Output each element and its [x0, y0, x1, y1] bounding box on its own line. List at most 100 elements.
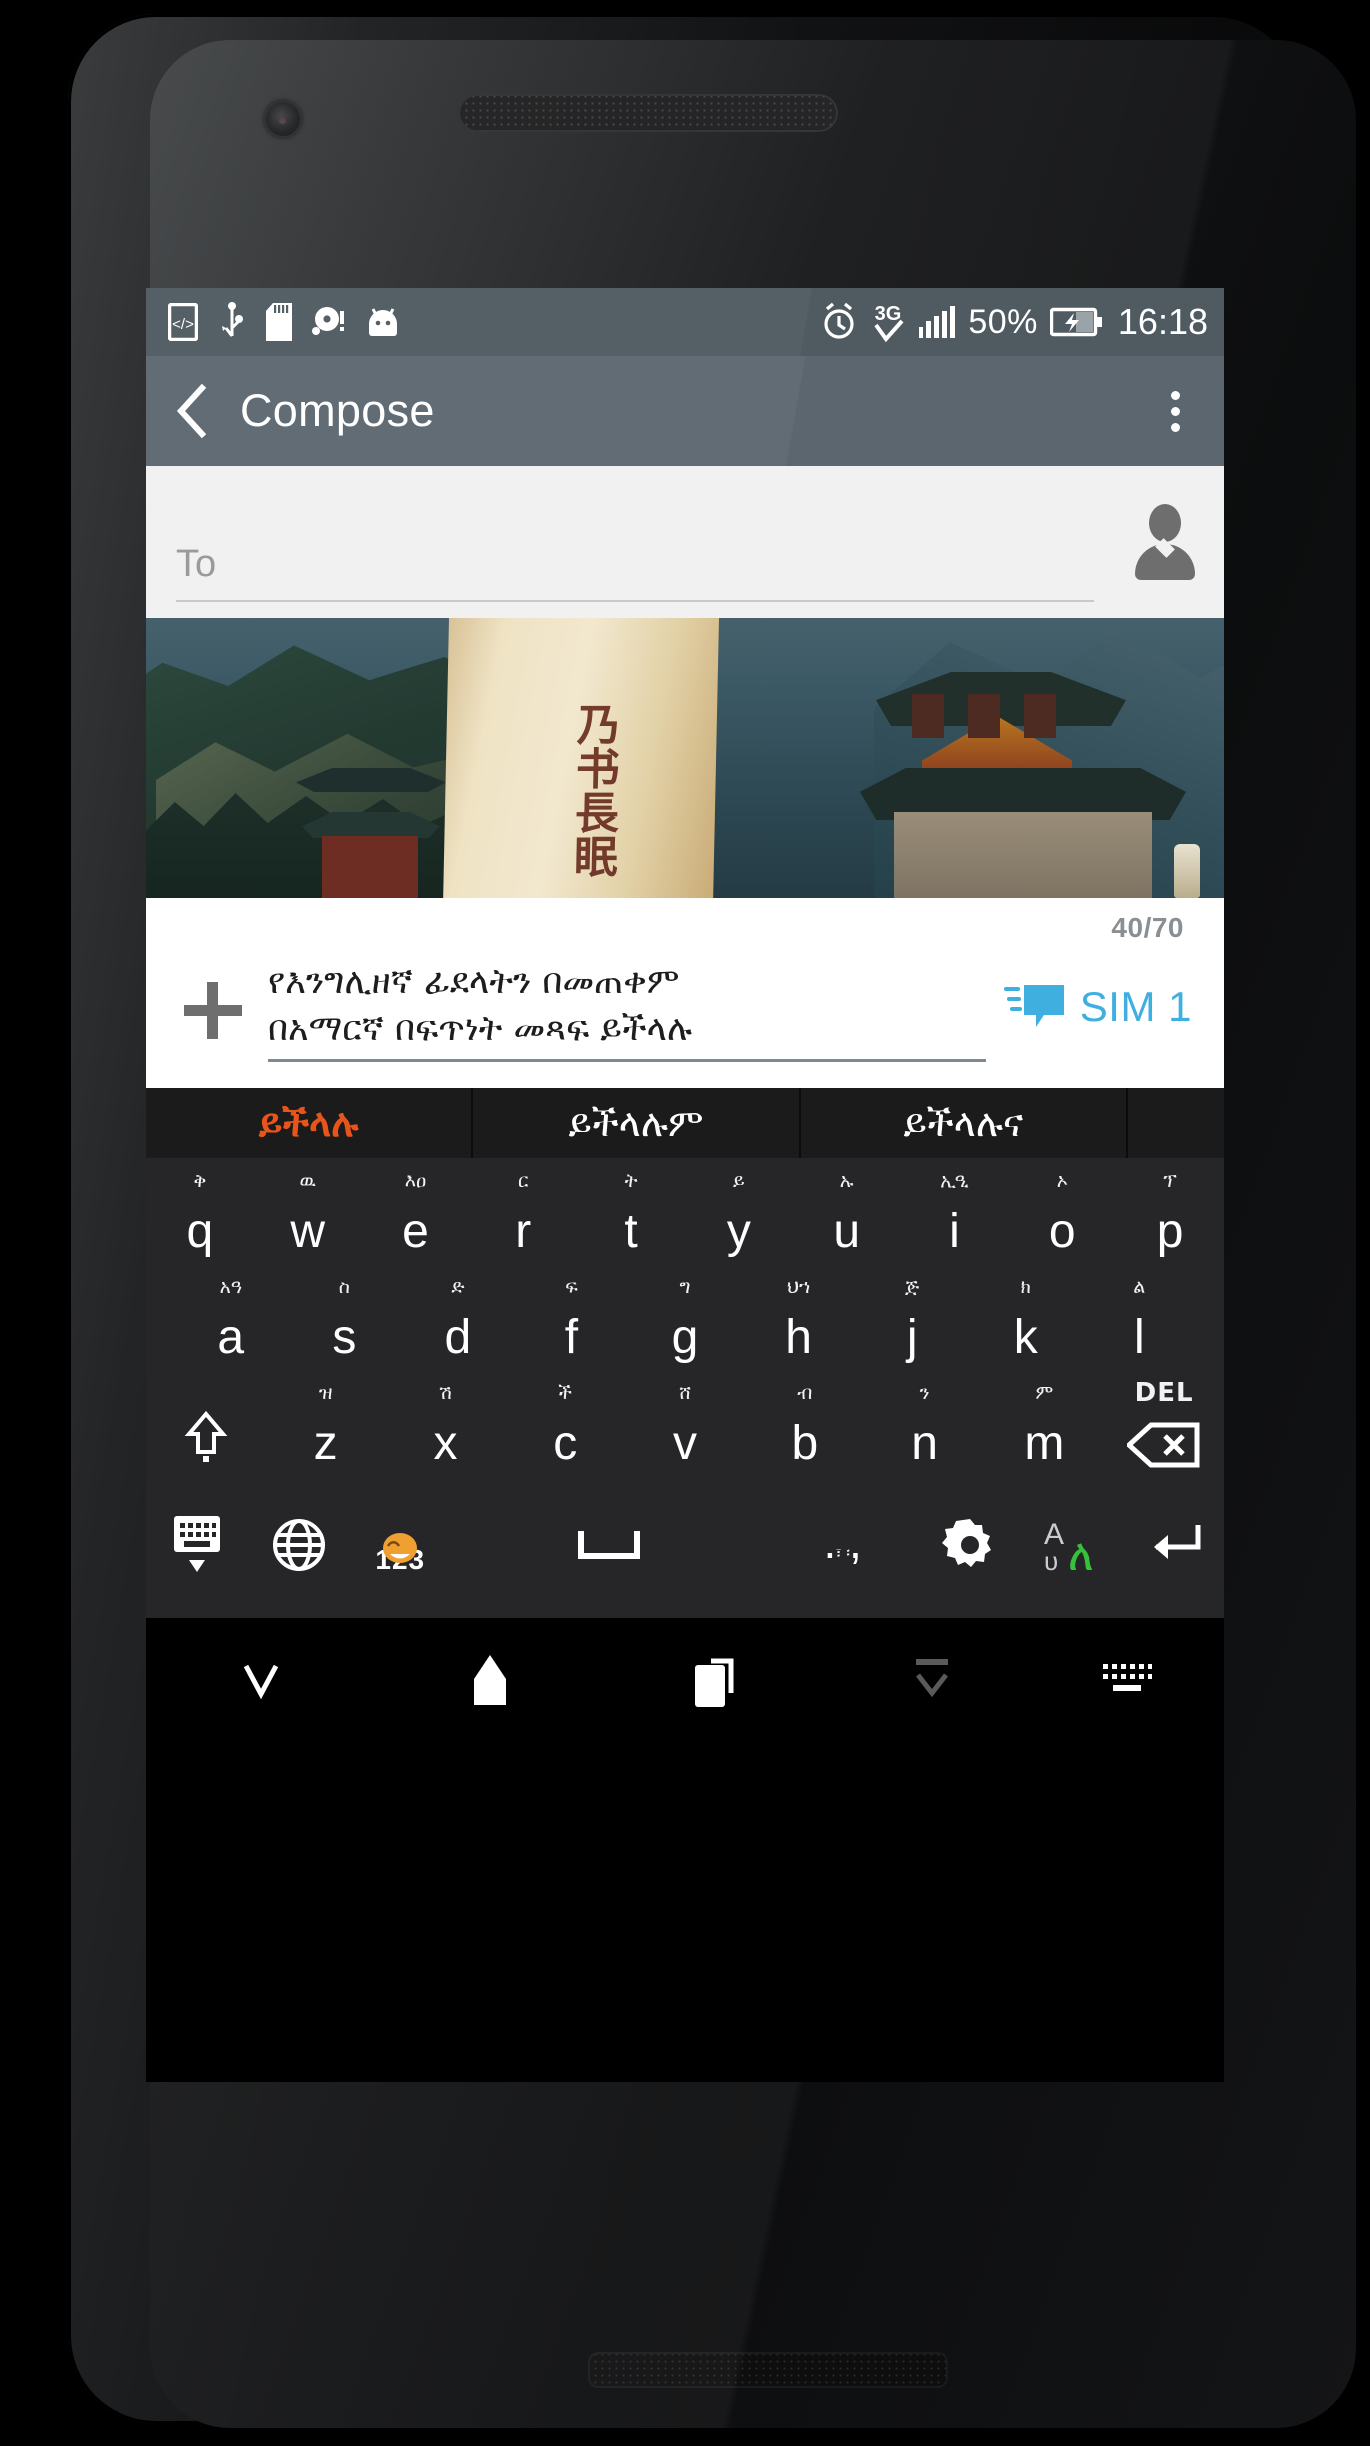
- screenshot-stage: </> 3G 50% 16:18 Compose To 乃书長眠 40/70 የ…: [0, 0, 1370, 2446]
- overflow-menu-icon[interactable]: [1157, 381, 1194, 442]
- key-i-label: i: [949, 1205, 960, 1258]
- key-v-label: v: [673, 1417, 698, 1470]
- key-t-hint: ት: [624, 1170, 638, 1192]
- key-m[interactable]: ምm: [984, 1376, 1104, 1482]
- key-w[interactable]: ዉw: [254, 1164, 362, 1270]
- keyboard-row-1: ቅq ዉw እዐ e ርr ትt ይy ኡu ኢዒ i ኦo ፕp: [146, 1164, 1224, 1270]
- temple-building: [860, 672, 1190, 898]
- nav-back-icon[interactable]: [146, 1652, 375, 1708]
- key-x[interactable]: ሽx: [386, 1376, 506, 1482]
- key-m-hint: ም: [1035, 1382, 1054, 1404]
- calligraphy-text: 乃书長眠: [565, 702, 621, 878]
- key-n-hint: ን: [919, 1382, 930, 1404]
- hide-keyboard-icon[interactable]: [146, 1512, 248, 1578]
- disc-alert-icon: [312, 305, 346, 339]
- key-b-label: b: [791, 1417, 819, 1470]
- sd-card-icon: [266, 303, 292, 341]
- key-s[interactable]: ስs: [288, 1270, 402, 1376]
- punctuation-key[interactable]: ፣ ፡ . ,: [766, 1519, 919, 1565]
- send-button[interactable]: SIM 1: [1003, 979, 1198, 1041]
- nav-switch-keyboard-icon[interactable]: [1029, 1658, 1224, 1702]
- key-p-label: p: [1156, 1205, 1184, 1258]
- key-t-label: t: [624, 1205, 638, 1258]
- back-chevron-icon[interactable]: [172, 383, 212, 439]
- key-b[interactable]: ብb: [745, 1376, 865, 1482]
- key-m-label: m: [1024, 1417, 1065, 1470]
- suggestion-item-0[interactable]: ይችላሉ: [146, 1088, 474, 1158]
- key-n[interactable]: ንn: [865, 1376, 985, 1482]
- language-toggle-key[interactable]: A ᴜ ለ: [1021, 1514, 1123, 1576]
- svg-text:3G: 3G: [875, 303, 902, 325]
- phone-screen: </> 3G 50% 16:18 Compose To 乃书長眠 40/70 የ…: [146, 288, 1224, 2082]
- contact-person-icon[interactable]: [1128, 504, 1202, 580]
- nav-hide-ime-icon[interactable]: [834, 1655, 1029, 1705]
- suggestion-expand[interactable]: [1128, 1088, 1224, 1158]
- key-e[interactable]: እዐ e: [362, 1164, 470, 1270]
- alarm-icon: [820, 302, 858, 342]
- key-n-label: n: [911, 1417, 938, 1470]
- nav-home-icon[interactable]: [375, 1651, 604, 1709]
- key-c-label: c: [553, 1417, 578, 1470]
- key-o[interactable]: ኦo: [1008, 1164, 1116, 1270]
- settings-gear-icon[interactable]: [919, 1516, 1021, 1574]
- emoji-icon: [380, 1530, 420, 1566]
- key-d-label: d: [444, 1311, 472, 1364]
- key-d-hint: ድ: [451, 1276, 465, 1298]
- key-k[interactable]: ክk: [969, 1270, 1083, 1376]
- key-w-hint: ዉ: [299, 1170, 316, 1192]
- key-i[interactable]: ኢዒ i: [901, 1164, 1009, 1270]
- key-t[interactable]: ትt: [577, 1164, 685, 1270]
- delete-key-icon[interactable]: DEL: [1104, 1376, 1224, 1482]
- punctuation-hint: ፣ ፡: [835, 1545, 851, 1562]
- key-a[interactable]: አዓ a: [174, 1270, 288, 1376]
- key-y-hint: ይ: [733, 1170, 745, 1192]
- image-attachment-preview[interactable]: 乃书長眠: [146, 618, 1224, 898]
- enter-key-icon[interactable]: [1122, 1519, 1224, 1571]
- recipient-placeholder: To: [176, 543, 217, 585]
- key-g[interactable]: ግg: [628, 1270, 742, 1376]
- emoji-123-key[interactable]: 123: [349, 1514, 451, 1576]
- page-title: Compose: [240, 385, 435, 436]
- key-q[interactable]: ቅq: [146, 1164, 254, 1270]
- key-k-hint: ክ: [1020, 1276, 1031, 1298]
- key-r[interactable]: ርr: [469, 1164, 577, 1270]
- svg-text:ለ: ለ: [1068, 1530, 1094, 1576]
- key-q-hint: ቅ: [193, 1170, 207, 1192]
- key-l-hint: ል: [1133, 1276, 1146, 1298]
- keyboard-row-2: አዓ a ስs ድd ፍf ግg ህኀ h ጅj ክk ልl: [146, 1270, 1224, 1376]
- key-u-hint: ኡ: [839, 1170, 854, 1192]
- status-bar-right-icons: 3G 50% 16:18: [820, 301, 1208, 343]
- key-p-hint: ፕ: [1163, 1170, 1177, 1192]
- plus-attach-icon[interactable]: [170, 967, 256, 1053]
- suggestion-item-2[interactable]: ይችላሉና: [801, 1088, 1128, 1158]
- language-globe-icon[interactable]: [248, 1517, 350, 1573]
- key-p[interactable]: ፕp: [1116, 1164, 1224, 1270]
- key-s-hint: ስ: [338, 1276, 350, 1298]
- message-line-2: በአማርኛ በፍጥነት መጻፍ ይችላሉ: [268, 1008, 693, 1049]
- key-c[interactable]: ችc: [505, 1376, 625, 1482]
- key-z[interactable]: ዝz: [266, 1376, 386, 1482]
- recipient-input-wrapper[interactable]: To: [176, 543, 1094, 602]
- key-f[interactable]: ፍf: [515, 1270, 629, 1376]
- key-i-hint: ኢዒ: [940, 1170, 969, 1192]
- small-pagoda: [296, 768, 446, 898]
- nav-recents-icon[interactable]: [605, 1651, 834, 1709]
- key-v[interactable]: ሸv: [625, 1376, 745, 1482]
- key-d[interactable]: ድd: [401, 1270, 515, 1376]
- key-h[interactable]: ህኀ h: [742, 1270, 856, 1376]
- key-j[interactable]: ጅj: [855, 1270, 969, 1376]
- key-g-hint: ግ: [679, 1276, 691, 1298]
- space-bar-icon[interactable]: [451, 1531, 766, 1559]
- key-z-hint: ዝ: [318, 1382, 333, 1404]
- key-b-hint: ብ: [797, 1382, 813, 1404]
- send-message-icon: [1003, 979, 1066, 1035]
- suggestion-item-1[interactable]: ይችላሉም: [473, 1088, 801, 1158]
- key-u[interactable]: ኡu: [793, 1164, 901, 1270]
- key-l[interactable]: ልl: [1083, 1270, 1197, 1376]
- key-k-label: k: [1013, 1311, 1038, 1364]
- key-r-label: r: [515, 1205, 532, 1258]
- key-y[interactable]: ይy: [685, 1164, 793, 1270]
- message-input[interactable]: የእንግሊዘኛ ፊደላትን በመጠቀም በአማርኛ በፍጥነት መጻፍ ይችላሉ: [268, 959, 986, 1062]
- shift-key-icon[interactable]: [146, 1376, 266, 1482]
- battery-charging-icon: [1049, 307, 1102, 337]
